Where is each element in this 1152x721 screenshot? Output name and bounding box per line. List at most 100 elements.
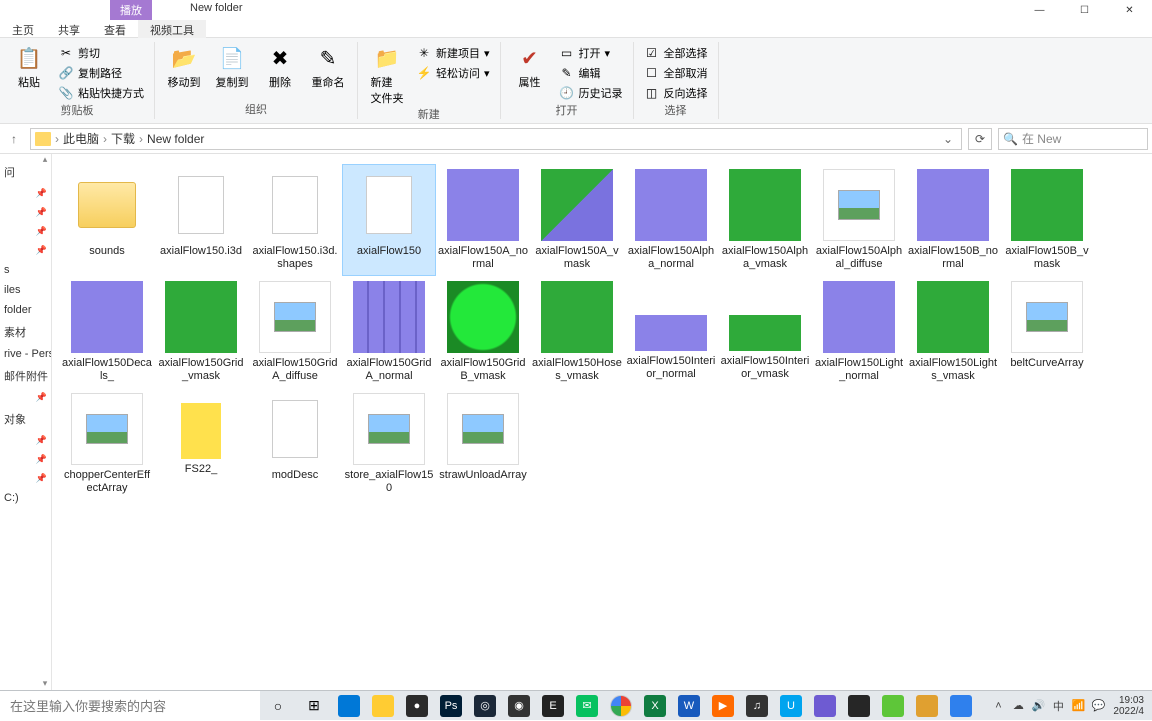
tray-volume-icon[interactable]: 🔊 [1029,697,1047,715]
select-all-button[interactable]: ☑全部选择 [642,44,710,62]
copy-to-button[interactable]: 📄复制到 [211,44,253,90]
edit-button[interactable]: ✎编辑 [557,64,625,82]
up-button[interactable]: ↑ [4,132,24,146]
history-button[interactable]: 🕘历史记录 [557,84,625,102]
file-item[interactable]: store_axialFlow150 [342,388,436,500]
sidebar-item[interactable]: 📌 [2,450,49,469]
tray-notif-icon[interactable]: 💬 [1089,697,1107,715]
taskbar-app[interactable]: Ps [434,691,468,721]
file-item[interactable]: axialFlow150Light_normal [812,276,906,388]
move-to-button[interactable]: 📂移动到 [163,44,205,90]
taskbar-app[interactable]: ● [400,691,434,721]
sidebar-item[interactable]: 📌 [2,222,49,241]
taskbar-app[interactable] [910,691,944,721]
address-dropdown[interactable]: ⌄ [939,132,957,146]
cut-button[interactable]: ✂剪切 [56,44,146,62]
file-item[interactable]: axialFlow150A_normal [436,164,530,276]
file-item[interactable]: beltCurveArray [1000,276,1094,388]
breadcrumb[interactable]: › 此电脑 › 下载 › New folder ⌄ [30,128,962,150]
minimize-button[interactable]: — [1017,0,1062,20]
taskbar-app[interactable] [944,691,978,721]
taskbar-app[interactable]: E [536,691,570,721]
file-item[interactable]: FS22_ [154,388,248,500]
file-item[interactable]: strawUnloadArray [436,388,530,500]
taskbar-app[interactable] [604,691,638,721]
delete-button[interactable]: ✖删除 [259,44,301,90]
taskbar-app[interactable]: X [638,691,672,721]
taskbar-app[interactable] [876,691,910,721]
file-view[interactable]: soundsaxialFlow150.i3daxialFlow150.i3d.s… [52,154,1152,690]
sidebar-item[interactable]: iles [2,280,49,300]
context-tab-play[interactable]: 播放 [110,0,152,20]
taskbar-app[interactable]: W [672,691,706,721]
sidebar-item[interactable]: C:) [2,488,49,508]
close-button[interactable]: ✕ [1107,0,1152,20]
tab-home[interactable]: 主页 [0,20,46,38]
file-item[interactable]: axialFlow150Lights_vmask [906,276,1000,388]
tray-wifi-icon[interactable]: 📶 [1069,697,1087,715]
taskbar-app[interactable] [332,691,366,721]
file-item[interactable]: axialFlow150Hoses_vmask [530,276,624,388]
sidebar-item[interactable]: 📌 [2,241,49,260]
sidebar-item[interactable]: 📌 [2,184,49,203]
crumb-pc[interactable]: 此电脑 [63,130,99,147]
tray-expand-icon[interactable]: ˄ [989,697,1007,715]
refresh-button[interactable]: ⟳ [968,128,992,150]
scroll-up[interactable]: ▴ [39,154,51,166]
properties-button[interactable]: ✔属性 [509,44,551,90]
file-item[interactable]: axialFlow150Interior_normal [624,276,718,388]
crumb-downloads[interactable]: 下载 [111,130,135,147]
file-item[interactable]: axialFlow150GridA_diffuse [248,276,342,388]
file-item[interactable]: axialFlow150Grid_vmask [154,276,248,388]
file-item[interactable]: axialFlow150Alpha_normal [624,164,718,276]
file-item[interactable]: chopperCenterEffectArray [60,388,154,500]
file-item[interactable]: axialFlow150 [342,164,436,276]
paste-shortcut-button[interactable]: 📎粘贴快捷方式 [56,84,146,102]
open-button[interactable]: ▭打开 ▾ [557,44,625,62]
select-none-button[interactable]: ☐全部取消 [642,64,710,82]
sidebar-item[interactable]: 📌 [2,469,49,488]
taskbar-app[interactable] [842,691,876,721]
file-item[interactable]: axialFlow150A_vmask [530,164,624,276]
sidebar-item[interactable]: 📌 [2,388,49,407]
taskbar-app[interactable]: U [774,691,808,721]
sidebar-item[interactable]: 📌 [2,431,49,450]
taskbar-clock[interactable]: 19:03 2022/4 [1109,695,1148,717]
tab-video-tools[interactable]: 视频工具 [138,20,206,38]
taskbar-app[interactable] [808,691,842,721]
sidebar-item[interactable]: 对象 [2,407,49,431]
tray-ime-icon[interactable]: 中 [1049,697,1067,715]
sidebar-item[interactable]: folder [2,300,49,320]
file-item[interactable]: axialFlow150Decals_ [60,276,154,388]
file-item[interactable]: axialFlow150B_vmask [1000,164,1094,276]
file-item[interactable]: axialFlow150Alphal_diffuse [812,164,906,276]
tray-cloud-icon[interactable]: ☁ [1009,697,1027,715]
taskbar-app[interactable]: ◉ [502,691,536,721]
crumb-folder[interactable]: New folder [147,132,204,146]
easy-access-button[interactable]: ⚡轻松访问 ▾ [414,64,492,82]
sidebar-item[interactable]: rive - Pers [2,344,49,364]
invert-selection-button[interactable]: ◫反向选择 [642,84,710,102]
file-item[interactable]: axialFlow150Interior_vmask [718,276,812,388]
taskbar-app[interactable]: ✉ [570,691,604,721]
taskbar-app[interactable]: ◎ [468,691,502,721]
maximize-button[interactable]: ☐ [1062,0,1107,20]
taskbar-search[interactable]: 在这里输入你要搜索的内容 [0,691,260,721]
paste-button[interactable]: 📋 粘贴 [8,44,50,90]
search-box[interactable]: 🔍 在 New [998,128,1148,150]
file-item[interactable]: axialFlow150Alpha_vmask [718,164,812,276]
file-item[interactable]: modDesc [248,388,342,500]
sidebar-item[interactable]: 素材 [2,320,49,344]
taskbar-app[interactable]: ♫ [740,691,774,721]
sidebar-item[interactable]: 📌 [2,203,49,222]
tab-view[interactable]: 查看 [92,20,138,38]
new-item-button[interactable]: ✳新建项目 ▾ [414,44,492,62]
taskbar-app[interactable] [366,691,400,721]
sidebar-item[interactable]: 邮件附件 [2,364,49,388]
taskbar-app[interactable]: ▶ [706,691,740,721]
navigation-pane[interactable]: ▴ 问📌📌📌📌silesfolder素材rive - Pers邮件附件📌对象📌📌… [0,154,52,690]
cortana-icon[interactable]: ○ [260,691,296,721]
file-item[interactable]: axialFlow150.i3d.shapes [248,164,342,276]
file-item[interactable]: axialFlow150GridB_vmask [436,276,530,388]
file-item[interactable]: axialFlow150GridA_normal [342,276,436,388]
